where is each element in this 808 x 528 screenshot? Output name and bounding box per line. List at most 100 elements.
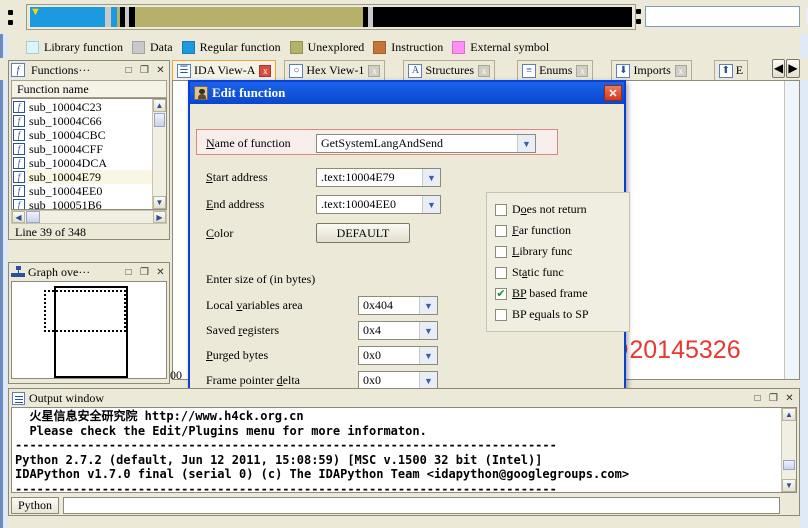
functions-list-vertical-scrollbar[interactable]: ▲ ▼ xyxy=(152,99,166,209)
tab-close-icon[interactable]: x xyxy=(675,65,687,77)
function-list-row[interactable]: fsub_10004E79 xyxy=(12,170,166,184)
function-flag-row[interactable]: Far function xyxy=(495,220,629,241)
size-field-value[interactable]: 0x0 xyxy=(359,348,419,363)
navigation-band[interactable] xyxy=(30,7,632,27)
tab-scroll-next-icon[interactable]: ▶ xyxy=(786,59,800,78)
size-field-combo[interactable]: 0x0▼ xyxy=(358,346,438,365)
scroll-left-icon[interactable]: ◀ xyxy=(12,211,25,223)
output-window-text-area[interactable]: 火星信息安全研究院 http://www.h4ck.org.cn Please … xyxy=(11,407,797,493)
scroll-down-icon[interactable]: ▼ xyxy=(153,196,166,209)
tab-enums[interactable]: ≡Enumsx xyxy=(517,60,593,80)
chevron-down-icon[interactable]: ▼ xyxy=(419,372,437,389)
graph-overview-restore-icon[interactable]: ❐ xyxy=(138,266,151,279)
tab-scroll-prev-icon[interactable]: ◀ xyxy=(772,59,785,78)
graph-overview-viewport-rect[interactable] xyxy=(44,290,126,332)
output-window-panel[interactable]: Output window □ ❐ ✕ 火星信息安全研究院 http://www… xyxy=(8,388,800,516)
chevron-down-icon[interactable]: ▼ xyxy=(419,297,437,314)
graph-overview-panel[interactable]: Graph ove··· □ ❐ ✕ xyxy=(8,262,170,384)
functions-panel-restore-icon[interactable]: ❐ xyxy=(138,64,151,77)
function-flag-row[interactable]: BP equals to SP xyxy=(495,304,629,325)
checkbox[interactable] xyxy=(495,309,507,321)
ida-view-vertical-scrollbar[interactable] xyxy=(784,81,799,379)
dialog-close-button[interactable]: ✕ xyxy=(604,85,622,101)
navband-segment-regular-function[interactable] xyxy=(30,7,105,27)
functions-list[interactable]: fsub_10004C23fsub_10004C66fsub_10004CBCf… xyxy=(11,98,167,210)
color-default-button[interactable]: DEFAULT xyxy=(316,223,410,243)
functions-panel-close-icon[interactable]: ✕ xyxy=(154,64,167,77)
function-list-row[interactable]: fsub_10004C66 xyxy=(12,114,166,128)
function-list-row[interactable]: fsub_10004CBC xyxy=(12,128,166,142)
navband-segment-unexplored[interactable] xyxy=(135,7,363,27)
navband-segment-instruction[interactable] xyxy=(373,7,632,27)
tab-close-icon[interactable]: x xyxy=(259,65,271,77)
checkbox[interactable] xyxy=(495,246,507,258)
tab-e[interactable]: ⬆E xyxy=(714,60,748,80)
function-list-row[interactable]: fsub_10004C23 xyxy=(12,100,166,114)
size-field-value[interactable]: 0x0 xyxy=(359,373,419,388)
functions-list-horizontal-scrollbar[interactable]: ◀ ▶ xyxy=(11,210,167,224)
jump-to-address-input[interactable] xyxy=(646,7,806,26)
functions-column-header[interactable]: Function name xyxy=(11,80,167,98)
command-input-wrapper[interactable] xyxy=(63,497,780,514)
functions-panel[interactable]: f Functions··· □ ❐ ✕ Function name fsub_… xyxy=(8,60,170,240)
tab-label: E xyxy=(736,63,743,78)
end-address-combo[interactable]: .text:10004EE0 ▼ xyxy=(316,195,441,214)
dialog-titlebar[interactable]: Edit function ✕ xyxy=(190,82,624,104)
name-of-function-combo[interactable]: GetSystemLangAndSend ▼ xyxy=(316,134,536,153)
python-mode-button[interactable]: Python xyxy=(11,497,59,514)
function-flag-row[interactable]: Library func xyxy=(495,241,629,262)
start-address-value[interactable]: .text:10004E79 xyxy=(317,170,422,185)
scroll-right-icon[interactable]: ▶ xyxy=(153,211,166,223)
chevron-down-icon[interactable]: ▼ xyxy=(422,196,440,213)
function-list-row[interactable]: fsub_10004EE0 xyxy=(12,184,166,198)
tab-hex-view-1[interactable]: ○Hex View-1x xyxy=(284,60,385,80)
edit-function-dialog[interactable]: Edit function ✕ Name of function GetSyst… xyxy=(188,80,626,407)
tab-close-icon[interactable]: x xyxy=(576,65,588,77)
functions-panel-maximize-icon[interactable]: □ xyxy=(122,64,135,77)
checkbox[interactable]: ✔ xyxy=(495,288,507,300)
graph-overview-maximize-icon[interactable]: □ xyxy=(122,266,135,279)
tab-ida-view-a[interactable]: ☰IDA View-Ax xyxy=(172,60,276,80)
output-window-close-icon[interactable]: ✕ xyxy=(783,392,796,405)
scroll-up-icon[interactable]: ▲ xyxy=(153,99,166,112)
tab-close-icon[interactable]: x xyxy=(478,65,490,77)
tab-close-icon[interactable]: x xyxy=(368,65,380,77)
chevron-down-icon[interactable]: ▼ xyxy=(422,169,440,186)
tab-structures[interactable]: AStructuresx xyxy=(403,60,495,80)
function-flag-row[interactable]: ✔BP based frame xyxy=(495,283,629,304)
scroll-thumb[interactable] xyxy=(783,460,795,470)
start-address-combo[interactable]: .text:10004E79 ▼ xyxy=(316,168,441,187)
chevron-down-icon[interactable]: ▼ xyxy=(517,135,535,152)
output-command-row: Python xyxy=(11,497,780,514)
graph-overview-close-icon[interactable]: ✕ xyxy=(154,266,167,279)
size-field-combo[interactable]: 0x4▼ xyxy=(358,321,438,340)
jump-to-address-combo[interactable]: ▼ xyxy=(645,6,800,27)
tab-imports[interactable]: ⬇Importsx xyxy=(611,60,691,80)
function-list-row[interactable]: fsub_10004CFF xyxy=(12,142,166,156)
checkbox[interactable] xyxy=(495,204,507,216)
scroll-thumb[interactable] xyxy=(154,113,165,127)
function-list-row[interactable]: fsub_100051B6 xyxy=(12,198,166,210)
hscroll-thumb[interactable] xyxy=(26,211,40,223)
size-field-value[interactable]: 0x4 xyxy=(359,323,419,338)
checkbox[interactable] xyxy=(495,267,507,279)
output-vertical-scrollbar[interactable]: ▲ ▼ xyxy=(781,408,796,492)
size-field-combo[interactable]: 0x404▼ xyxy=(358,296,438,315)
command-input[interactable] xyxy=(64,498,783,515)
end-address-value[interactable]: .text:10004EE0 xyxy=(317,197,422,212)
name-of-function-value[interactable]: GetSystemLangAndSend xyxy=(317,136,517,151)
tab-scroll-buttons[interactable]: ◀ ▶ xyxy=(772,59,800,78)
chevron-down-icon[interactable]: ▼ xyxy=(419,347,437,364)
function-list-row[interactable]: fsub_10004DCA xyxy=(12,156,166,170)
function-icon: f xyxy=(13,199,25,210)
chevron-down-icon[interactable]: ▼ xyxy=(419,322,437,339)
size-field-value[interactable]: 0x404 xyxy=(359,298,419,313)
function-flag-row[interactable]: Static func xyxy=(495,262,629,283)
scroll-up-icon[interactable]: ▲ xyxy=(782,408,796,421)
output-window-restore-icon[interactable]: ❐ xyxy=(767,392,780,405)
graph-overview-canvas[interactable] xyxy=(11,281,167,379)
checkbox[interactable] xyxy=(495,225,507,237)
function-flag-row[interactable]: Does not return xyxy=(495,199,629,220)
output-window-maximize-icon[interactable]: □ xyxy=(751,392,764,405)
scroll-down-icon[interactable]: ▼ xyxy=(782,479,796,492)
